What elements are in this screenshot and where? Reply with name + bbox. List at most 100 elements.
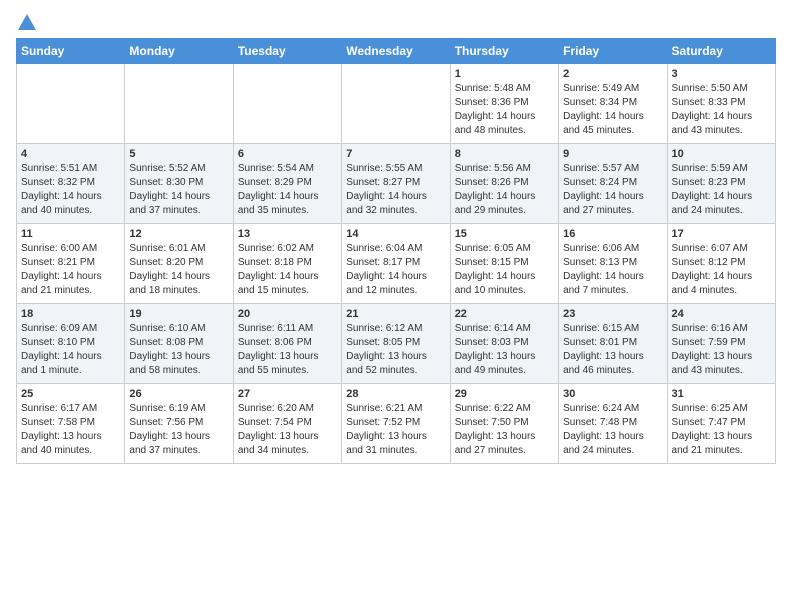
calendar-cell: 26 Sunrise: 6:19 AM Sunset: 7:56 PM Dayli… bbox=[125, 384, 233, 464]
calendar-cell: 17 Sunrise: 6:07 AM Sunset: 8:12 PM Dayli… bbox=[667, 224, 775, 304]
calendar-week-row: 4 Sunrise: 5:51 AM Sunset: 8:32 PM Daylig… bbox=[17, 144, 776, 224]
cell-day-number: 8 bbox=[455, 148, 554, 160]
calendar-cell: 18 Sunrise: 6:09 AM Sunset: 8:10 PM Dayli… bbox=[17, 304, 125, 384]
calendar-cell: 7Sunrise: 5:55 AM Sunset: 8:27 PM Daylig… bbox=[342, 144, 450, 224]
cell-sun-info: Sunrise: 6:11 AM Sunset: 8:06 PM Dayligh… bbox=[238, 322, 337, 378]
cell-sun-info: Sunrise: 5:48 AM Sunset: 8:36 PM Dayligh… bbox=[455, 82, 554, 138]
cell-sun-info: Sunrise: 6:05 AM Sunset: 8:15 PM Dayligh… bbox=[455, 242, 554, 298]
calendar-cell: 14 Sunrise: 6:04 AM Sunset: 8:17 PM Dayli… bbox=[342, 224, 450, 304]
calendar-cell: 27 Sunrise: 6:20 AM Sunset: 7:54 PM Dayli… bbox=[233, 384, 341, 464]
calendar-cell: 6Sunrise: 5:54 AM Sunset: 8:29 PM Daylig… bbox=[233, 144, 341, 224]
cell-sun-info: Sunrise: 6:14 AM Sunset: 8:03 PM Dayligh… bbox=[455, 322, 554, 378]
calendar-cell: 11 Sunrise: 6:00 AM Sunset: 8:21 PM Dayli… bbox=[17, 224, 125, 304]
cell-day-number: 22 bbox=[455, 308, 554, 320]
cell-sun-info: Sunrise: 6:07 AM Sunset: 8:12 PM Dayligh… bbox=[672, 242, 771, 298]
calendar-cell: 20 Sunrise: 6:11 AM Sunset: 8:06 PM Dayli… bbox=[233, 304, 341, 384]
cell-sun-info: Sunrise: 5:59 AM Sunset: 8:23 PM Dayligh… bbox=[672, 162, 771, 218]
cell-sun-info: Sunrise: 6:16 AM Sunset: 7:59 PM Dayligh… bbox=[672, 322, 771, 378]
weekday-header: Friday bbox=[559, 39, 667, 64]
calendar-cell bbox=[233, 64, 341, 144]
cell-sun-info: Sunrise: 5:54 AM Sunset: 8:29 PM Dayligh… bbox=[238, 162, 337, 218]
calendar-cell: 25 Sunrise: 6:17 AM Sunset: 7:58 PM Dayli… bbox=[17, 384, 125, 464]
calendar-cell: 21 Sunrise: 6:12 AM Sunset: 8:05 PM Dayli… bbox=[342, 304, 450, 384]
cell-day-number: 5 bbox=[129, 148, 228, 160]
calendar-cell: 12Sunrise: 6:01 AM Sunset: 8:20 PM Dayli… bbox=[125, 224, 233, 304]
cell-sun-info: Sunrise: 5:49 AM Sunset: 8:34 PM Dayligh… bbox=[563, 82, 662, 138]
calendar-cell: 24 Sunrise: 6:16 AM Sunset: 7:59 PM Dayli… bbox=[667, 304, 775, 384]
calendar-cell: 5 Sunrise: 5:52 AM Sunset: 8:30 PM Daylig… bbox=[125, 144, 233, 224]
cell-day-number: 24 bbox=[672, 308, 771, 320]
calendar-cell: 10 Sunrise: 5:59 AM Sunset: 8:23 PM Dayli… bbox=[667, 144, 775, 224]
cell-day-number: 9 bbox=[563, 148, 662, 160]
cell-sun-info: Sunrise: 6:25 AM Sunset: 7:47 PM Dayligh… bbox=[672, 402, 771, 458]
calendar-cell: 8 Sunrise: 5:56 AM Sunset: 8:26 PM Daylig… bbox=[450, 144, 558, 224]
calendar-cell: 31 Sunrise: 6:25 AM Sunset: 7:47 PM Dayli… bbox=[667, 384, 775, 464]
cell-sun-info: Sunrise: 5:55 AM Sunset: 8:27 PM Dayligh… bbox=[346, 162, 445, 218]
cell-day-number: 28 bbox=[346, 388, 445, 400]
cell-day-number: 26 bbox=[129, 388, 228, 400]
cell-day-number: 31 bbox=[672, 388, 771, 400]
cell-day-number: 16 bbox=[563, 228, 662, 240]
cell-day-number: 13 bbox=[238, 228, 337, 240]
weekday-header: Tuesday bbox=[233, 39, 341, 64]
cell-day-number: 3 bbox=[672, 68, 771, 80]
cell-sun-info: Sunrise: 5:51 AM Sunset: 8:32 PM Dayligh… bbox=[21, 162, 120, 218]
cell-sun-info: Sunrise: 6:21 AM Sunset: 7:52 PM Dayligh… bbox=[346, 402, 445, 458]
calendar-cell: 22 Sunrise: 6:14 AM Sunset: 8:03 PM Dayli… bbox=[450, 304, 558, 384]
cell-sun-info: Sunrise: 6:15 AM Sunset: 8:01 PM Dayligh… bbox=[563, 322, 662, 378]
calendar-cell: 1 Sunrise: 5:48 AM Sunset: 8:36 PM Daylig… bbox=[450, 64, 558, 144]
cell-day-number: 20 bbox=[238, 308, 337, 320]
cell-day-number: 1 bbox=[455, 68, 554, 80]
weekday-header: Saturday bbox=[667, 39, 775, 64]
cell-day-number: 27 bbox=[238, 388, 337, 400]
cell-sun-info: Sunrise: 6:00 AM Sunset: 8:21 PM Dayligh… bbox=[21, 242, 120, 298]
cell-sun-info: Sunrise: 6:06 AM Sunset: 8:13 PM Dayligh… bbox=[563, 242, 662, 298]
cell-day-number: 15 bbox=[455, 228, 554, 240]
cell-day-number: 21 bbox=[346, 308, 445, 320]
cell-sun-info: Sunrise: 6:19 AM Sunset: 7:56 PM Dayligh… bbox=[129, 402, 228, 458]
weekday-header: Thursday bbox=[450, 39, 558, 64]
calendar-header: SundayMondayTuesdayWednesdayThursdayFrid… bbox=[17, 39, 776, 64]
cell-sun-info: Sunrise: 6:24 AM Sunset: 7:48 PM Dayligh… bbox=[563, 402, 662, 458]
calendar-cell: 23 Sunrise: 6:15 AM Sunset: 8:01 PM Dayli… bbox=[559, 304, 667, 384]
calendar-cell: 2Sunrise: 5:49 AM Sunset: 8:34 PM Daylig… bbox=[559, 64, 667, 144]
cell-sun-info: Sunrise: 5:56 AM Sunset: 8:26 PM Dayligh… bbox=[455, 162, 554, 218]
page-header bbox=[16, 16, 776, 30]
calendar-week-row: 1 Sunrise: 5:48 AM Sunset: 8:36 PM Daylig… bbox=[17, 64, 776, 144]
calendar-cell: 16 Sunrise: 6:06 AM Sunset: 8:13 PM Dayli… bbox=[559, 224, 667, 304]
logo-icon bbox=[18, 14, 36, 30]
cell-day-number: 10 bbox=[672, 148, 771, 160]
calendar-table: SundayMondayTuesdayWednesdayThursdayFrid… bbox=[16, 38, 776, 464]
calendar-cell bbox=[17, 64, 125, 144]
weekday-header: Monday bbox=[125, 39, 233, 64]
cell-day-number: 29 bbox=[455, 388, 554, 400]
cell-day-number: 14 bbox=[346, 228, 445, 240]
calendar-week-row: 18 Sunrise: 6:09 AM Sunset: 8:10 PM Dayli… bbox=[17, 304, 776, 384]
cell-sun-info: Sunrise: 6:09 AM Sunset: 8:10 PM Dayligh… bbox=[21, 322, 120, 378]
cell-sun-info: Sunrise: 6:02 AM Sunset: 8:18 PM Dayligh… bbox=[238, 242, 337, 298]
cell-day-number: 25 bbox=[21, 388, 120, 400]
cell-sun-info: Sunrise: 5:52 AM Sunset: 8:30 PM Dayligh… bbox=[129, 162, 228, 218]
cell-sun-info: Sunrise: 6:12 AM Sunset: 8:05 PM Dayligh… bbox=[346, 322, 445, 378]
calendar-cell bbox=[342, 64, 450, 144]
calendar-week-row: 11 Sunrise: 6:00 AM Sunset: 8:21 PM Dayli… bbox=[17, 224, 776, 304]
cell-day-number: 19 bbox=[129, 308, 228, 320]
calendar-cell: 9 Sunrise: 5:57 AM Sunset: 8:24 PM Daylig… bbox=[559, 144, 667, 224]
cell-day-number: 4 bbox=[21, 148, 120, 160]
cell-day-number: 23 bbox=[563, 308, 662, 320]
cell-sun-info: Sunrise: 6:17 AM Sunset: 7:58 PM Dayligh… bbox=[21, 402, 120, 458]
calendar-week-row: 25 Sunrise: 6:17 AM Sunset: 7:58 PM Dayli… bbox=[17, 384, 776, 464]
cell-day-number: 11 bbox=[21, 228, 120, 240]
cell-day-number: 17 bbox=[672, 228, 771, 240]
cell-day-number: 30 bbox=[563, 388, 662, 400]
logo bbox=[16, 16, 36, 30]
cell-sun-info: Sunrise: 6:10 AM Sunset: 8:08 PM Dayligh… bbox=[129, 322, 228, 378]
calendar-cell: 30 Sunrise: 6:24 AM Sunset: 7:48 PM Dayli… bbox=[559, 384, 667, 464]
cell-day-number: 12 bbox=[129, 228, 228, 240]
cell-sun-info: Sunrise: 6:04 AM Sunset: 8:17 PM Dayligh… bbox=[346, 242, 445, 298]
cell-day-number: 18 bbox=[21, 308, 120, 320]
calendar-cell: 15 Sunrise: 6:05 AM Sunset: 8:15 PM Dayli… bbox=[450, 224, 558, 304]
cell-sun-info: Sunrise: 6:20 AM Sunset: 7:54 PM Dayligh… bbox=[238, 402, 337, 458]
calendar-cell: 19 Sunrise: 6:10 AM Sunset: 8:08 PM Dayli… bbox=[125, 304, 233, 384]
cell-sun-info: Sunrise: 5:57 AM Sunset: 8:24 PM Dayligh… bbox=[563, 162, 662, 218]
